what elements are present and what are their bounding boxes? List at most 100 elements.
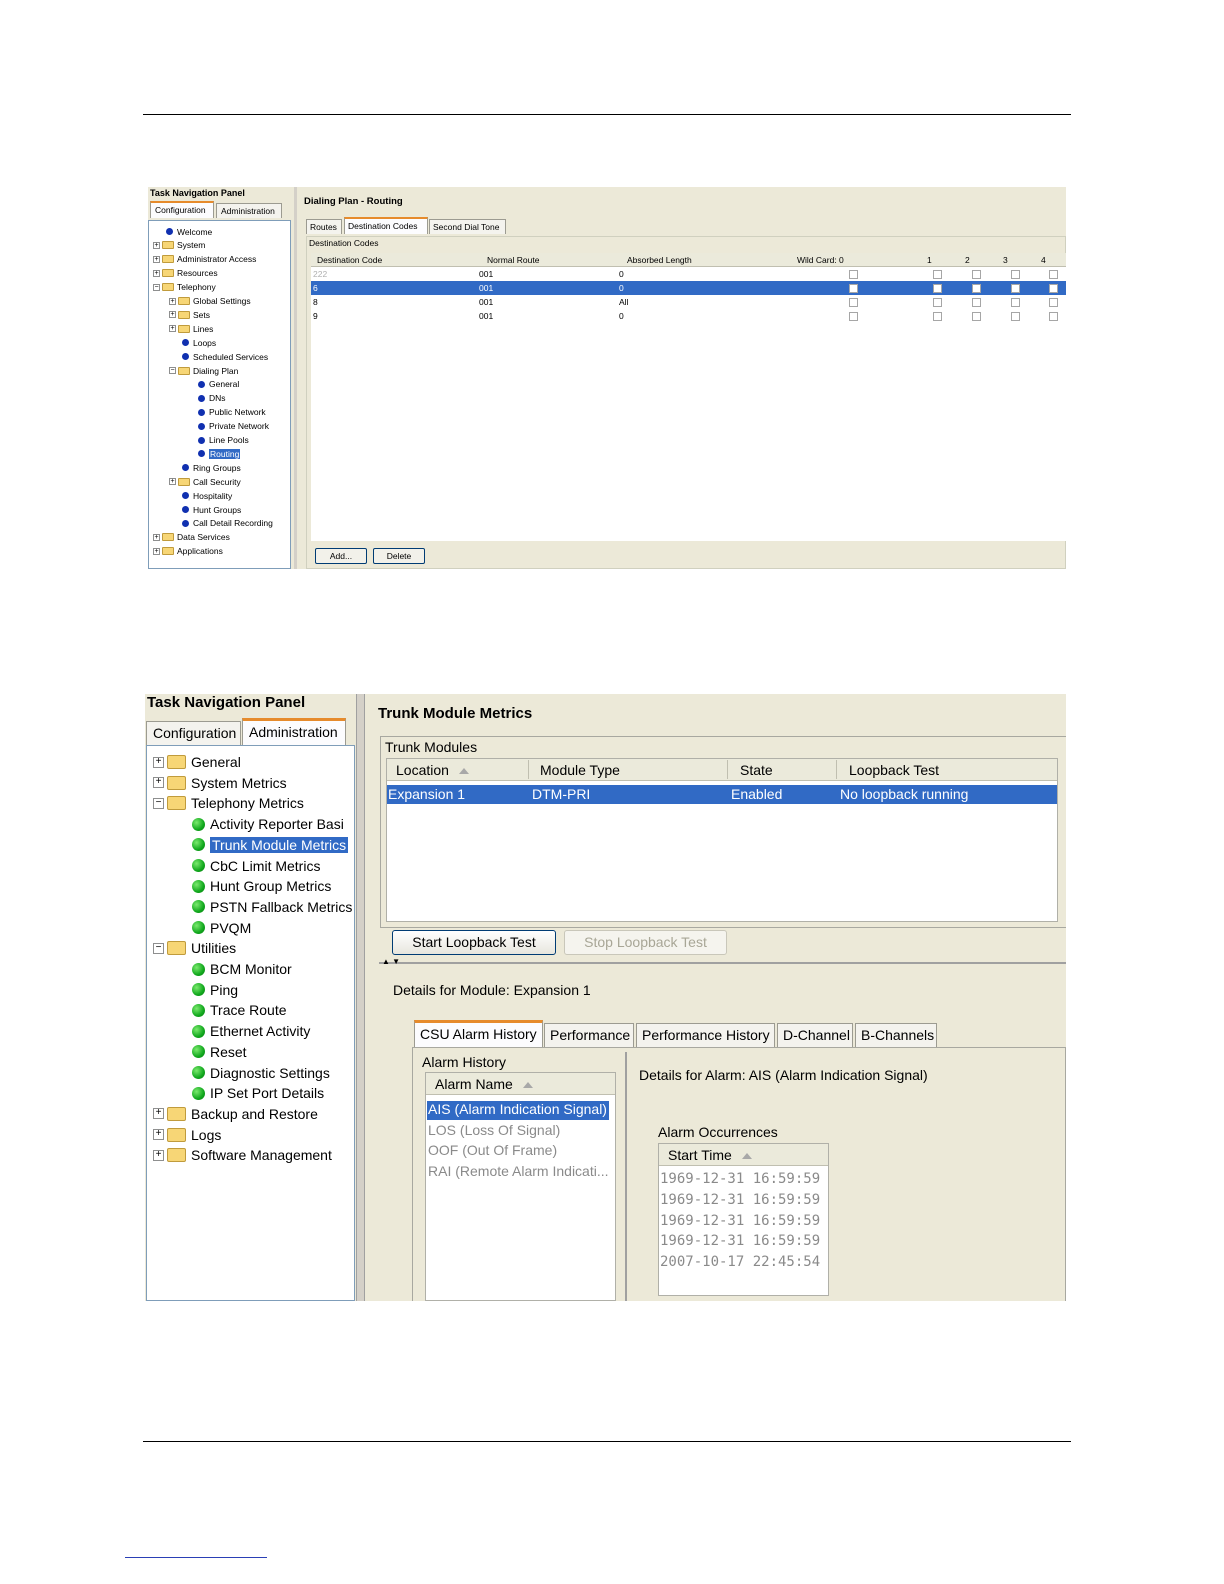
occurrence-item[interactable]: 1969-12-31 16:59:59 [660, 1192, 820, 1211]
expand-icon[interactable]: + [153, 269, 160, 277]
tab-configuration[interactable]: Configuration [146, 721, 241, 745]
wild-card-checkbox-1[interactable] [933, 312, 942, 321]
wild-card-checkbox-2[interactable] [972, 298, 981, 307]
expand-icon[interactable]: + [169, 297, 176, 305]
column-wild-card-2[interactable]: 2 [965, 255, 970, 265]
table-row[interactable]: 8 001 All [311, 295, 1066, 309]
tree-item-ip-set-port-details[interactable]: IP Set Port Details [192, 1083, 324, 1103]
column-wild-card-3[interactable]: 3 [1003, 255, 1008, 265]
tree-item-pstn-fallback-metrics[interactable]: PSTN Fallback Metrics [192, 897, 352, 917]
alarm-list-item[interactable]: RAI (Remote Alarm Indicati... [427, 1163, 609, 1182]
occurrence-item[interactable]: 2007-10-17 22:45:54 [660, 1254, 820, 1273]
tab-performance-history[interactable]: Performance History [636, 1023, 775, 1047]
wild-card-checkbox-0[interactable] [849, 298, 858, 307]
expand-icon[interactable]: + [153, 255, 160, 263]
wild-card-checkbox-4[interactable] [1049, 284, 1058, 293]
wild-card-checkbox-3[interactable] [1011, 312, 1020, 321]
tab-administration[interactable]: Administration [216, 203, 282, 218]
column-location[interactable]: Location [396, 762, 469, 778]
tree-item-call-security[interactable]: + Call Security [169, 475, 241, 488]
add-button[interactable]: Add... [315, 548, 367, 564]
split-divider[interactable] [379, 962, 1066, 967]
tree-item-resources[interactable]: + Resources [153, 267, 218, 280]
start-loopback-test-button[interactable]: Start Loopback Test [392, 930, 556, 955]
tree-item-cbc-limit-metrics[interactable]: CbC Limit Metrics [192, 856, 320, 876]
tree-item-welcome[interactable]: Welcome [153, 225, 212, 238]
expand-icon[interactable]: + [153, 533, 160, 541]
wild-card-checkbox-2[interactable] [972, 312, 981, 321]
column-wild-card-1[interactable]: 1 [927, 255, 932, 265]
column-wild-card-0[interactable]: Wild Card: 0 [797, 255, 844, 265]
tab-csu-alarm-history[interactable]: CSU Alarm History [414, 1020, 543, 1047]
tree-item-dialing-plan[interactable]: − Dialing Plan [169, 364, 238, 377]
occurrence-item[interactable]: 1969-12-31 16:59:59 [660, 1233, 820, 1252]
wild-card-checkbox-4[interactable] [1049, 312, 1058, 321]
tree-item-data-services[interactable]: + Data Services [153, 531, 230, 544]
wild-card-checkbox-2[interactable] [972, 284, 981, 293]
tree-item-trunk-module-metrics[interactable]: Trunk Module Metrics [192, 835, 349, 855]
wild-card-checkbox-0[interactable] [849, 270, 858, 279]
tree-item-logs[interactable]: + Logs [153, 1125, 221, 1145]
tree-item-public-network[interactable]: Public Network [185, 406, 266, 419]
tree-item-administrator-access[interactable]: + Administrator Access [153, 253, 256, 266]
expand-icon[interactable]: + [153, 1108, 164, 1120]
tab-configuration[interactable]: Configuration [150, 201, 214, 218]
tree-item-pvqm[interactable]: PVQM [192, 918, 251, 938]
collapse-icon[interactable]: − [153, 797, 164, 809]
expand-icon[interactable]: + [153, 756, 164, 768]
tree-item-dns[interactable]: DNs [185, 392, 226, 405]
wild-card-checkbox-3[interactable] [1011, 298, 1020, 307]
tree-item-system-metrics[interactable]: + System Metrics [153, 773, 287, 793]
tree-item-reset[interactable]: Reset [192, 1042, 247, 1062]
collapse-icon[interactable]: − [153, 942, 164, 954]
tab-b-channels[interactable]: B-Channels [855, 1023, 937, 1047]
column-module-type[interactable]: Module Type [540, 762, 620, 778]
column-alarm-name[interactable]: Alarm Name [435, 1076, 533, 1092]
tree-item-ethernet-activity[interactable]: Ethernet Activity [192, 1021, 310, 1041]
tree-item-software-management[interactable]: + Software Management [153, 1145, 332, 1165]
tree-item-ping[interactable]: Ping [192, 980, 238, 1000]
wild-card-checkbox-1[interactable] [933, 270, 942, 279]
panel-splitter[interactable] [356, 694, 365, 1301]
tree-item-line-pools[interactable]: Line Pools [185, 434, 249, 447]
column-wild-card-4[interactable]: 4 [1041, 255, 1046, 265]
wild-card-checkbox-2[interactable] [972, 270, 981, 279]
column-normal-route[interactable]: Normal Route [487, 255, 539, 265]
tree-item-hunt-groups[interactable]: Hunt Groups [169, 503, 241, 516]
tab-performance[interactable]: Performance [544, 1023, 634, 1047]
expand-icon[interactable]: + [169, 311, 176, 319]
wild-card-checkbox-1[interactable] [933, 298, 942, 307]
alarm-list-item[interactable]: LOS (Loss Of Signal) [427, 1122, 560, 1141]
wild-card-checkbox-0[interactable] [849, 312, 858, 321]
tab-destination-codes[interactable]: Destination Codes [344, 217, 428, 234]
expand-icon[interactable]: + [153, 547, 160, 555]
tree-item-bcm-monitor[interactable]: BCM Monitor [192, 959, 292, 979]
tab-administration[interactable]: Administration [242, 718, 346, 745]
wild-card-checkbox-3[interactable] [1011, 284, 1020, 293]
expand-icon[interactable]: + [153, 1149, 164, 1161]
alarm-split-divider[interactable] [621, 1052, 627, 1301]
tree-item-applications[interactable]: + Applications [153, 545, 223, 558]
tree-item-telephony[interactable]: − Telephony [153, 281, 216, 294]
alarm-list-item[interactable]: AIS (Alarm Indication Signal) [427, 1101, 609, 1120]
panel-splitter[interactable] [294, 187, 297, 569]
table-row[interactable]: 6 001 0 [311, 281, 1066, 295]
wild-card-checkbox-4[interactable] [1049, 270, 1058, 279]
tree-item-call-detail-recording[interactable]: Call Detail Recording [169, 517, 273, 530]
tree-item-global-settings[interactable]: + Global Settings [169, 295, 251, 308]
tab-d-channel[interactable]: D-Channel [777, 1023, 853, 1047]
collapse-icon[interactable]: − [153, 283, 160, 291]
tree-item-ring-groups[interactable]: Ring Groups [169, 461, 241, 474]
tree-item-general[interactable]: + General [153, 752, 241, 772]
collapse-arrows-icon[interactable]: ▲ ▼ [382, 957, 400, 966]
collapse-icon[interactable]: − [169, 367, 176, 374]
tree-item-backup-and-restore[interactable]: + Backup and Restore [153, 1104, 318, 1124]
tree-item-hunt-group-metrics[interactable]: Hunt Group Metrics [192, 876, 331, 896]
column-loopback-test[interactable]: Loopback Test [849, 762, 939, 778]
tree-item-sets[interactable]: + Sets [169, 308, 210, 321]
table-row[interactable]: 222 001 0 [311, 267, 1066, 281]
table-row[interactable]: Expansion 1 DTM-PRI Enabled No loopback … [387, 785, 1057, 804]
tree-item-general[interactable]: General [185, 378, 239, 391]
tree-item-loops[interactable]: Loops [169, 336, 216, 349]
tree-item-routing[interactable]: Routing [185, 447, 241, 460]
